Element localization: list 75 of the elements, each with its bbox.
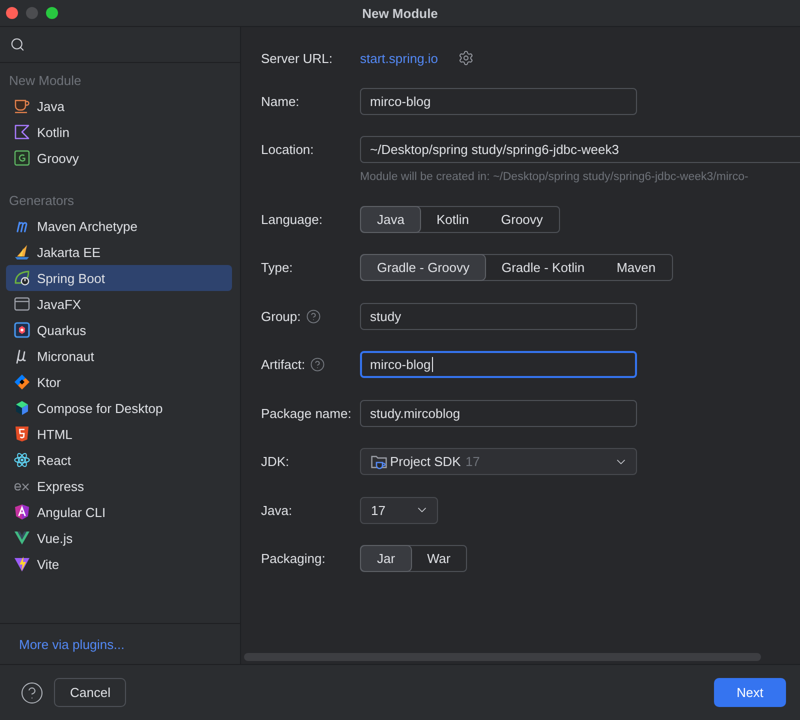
help-icon [20,680,44,704]
segment-option[interactable]: Gradle - Groovy [361,255,486,280]
hexagon-icon [14,400,30,416]
segment-option[interactable]: Java [361,206,420,232]
field-label: Type: [261,260,293,275]
sidebar-item[interactable]: React [6,447,232,473]
location-hint: Module will be created in: ~/Desktop/spring study/spring6-jdbc-week3/mirco- [360,170,748,184]
field-label: Location: [261,142,314,157]
help-button[interactable] [20,680,44,704]
window-icon [14,296,30,312]
sidebar-item[interactable]: Groovy [6,145,232,171]
text-field[interactable]: study [360,302,637,330]
diamond-icon [14,374,30,390]
coffee-cup-icon [14,98,30,114]
sidebar-item[interactable]: Vue.js [6,525,232,551]
sidebar-item[interactable]: Kotlin [6,119,232,145]
jdk-dropdown[interactable]: Project SDK 17 [360,448,637,475]
sidebar-item[interactable]: Ktor [6,369,232,395]
segment-option[interactable]: Jar [361,546,412,571]
section-header: Generators [8,192,76,210]
next-button[interactable]: Next [714,678,786,707]
help-icon[interactable] [310,357,326,372]
k-shape-icon [14,124,30,140]
field-label: Java: [261,502,292,518]
close-button[interactable] [6,7,18,19]
sidebar-item[interactable]: JavaFX [6,291,232,317]
segment-option[interactable]: Kotlin [420,206,485,232]
field-label: Language: [261,212,322,226]
field-label: Server URL: [261,50,333,66]
v-shape-icon [14,530,30,546]
field-label: Group: [261,308,301,324]
field-label: Package name: [261,406,352,420]
text-cursor-icon [432,357,433,372]
sidebar-item[interactable]: HTML [6,421,232,447]
zoom-button[interactable] [46,7,58,19]
version-dropdown[interactable]: 17 [360,496,438,524]
settings-icon[interactable] [458,50,474,66]
window-title: New Module [362,6,438,20]
shield-a-icon [14,504,30,520]
sidebar-item[interactable]: Java [6,93,232,119]
sidebar-item[interactable]: Spring Boot [6,265,232,291]
segment-option[interactable]: Maven [600,255,672,280]
server-url-link[interactable]: start.spring.io [360,50,438,66]
field-label: Artifact: [261,357,306,372]
search-icon [10,37,25,52]
text-field[interactable]: study.mircoblog [360,400,637,426]
location-field[interactable]: ~/Desktop/spring study/spring6-jdbc-week3 [360,136,800,163]
sailboat-icon [14,244,30,260]
section-header: New Module [8,72,82,90]
field-label: Name: [261,94,300,108]
cancel-button[interactable]: Cancel [54,678,126,707]
sidebar-item[interactable]: Express [6,473,232,499]
leaf-power-icon [14,270,30,286]
sidebar-item[interactable]: Quarkus [6,317,232,343]
more-plugins-link[interactable]: More via plugins... [19,636,124,652]
sidebar-item[interactable]: Vite [6,551,232,577]
text-field[interactable]: mirco-blog [360,88,637,114]
g-square-icon [14,150,30,166]
square-logo-icon [14,322,30,338]
segment-option[interactable]: Gradle - Kotlin [485,255,601,280]
field-label: JDK: [261,454,290,469]
field-label: Packaging: [261,551,326,566]
sidebar-item[interactable]: Compose for Desktop [6,395,232,421]
sidebar-item[interactable]: Micronaut [6,343,232,369]
folder-cup-icon [371,454,387,470]
shield-five-icon [14,426,30,442]
sidebar-item[interactable]: Jakarta EE [6,239,232,265]
segment-option[interactable]: War [411,546,466,571]
segment-option[interactable]: Groovy [485,206,559,232]
text-field[interactable]: mirco-blog [360,351,637,378]
atom-icon [14,452,30,468]
sidebar-item[interactable]: Maven Archetype [6,213,232,239]
help-icon[interactable] [306,308,321,324]
sidebar-item[interactable]: Angular CLI [6,499,232,525]
triangle-bolt-icon [14,556,30,572]
